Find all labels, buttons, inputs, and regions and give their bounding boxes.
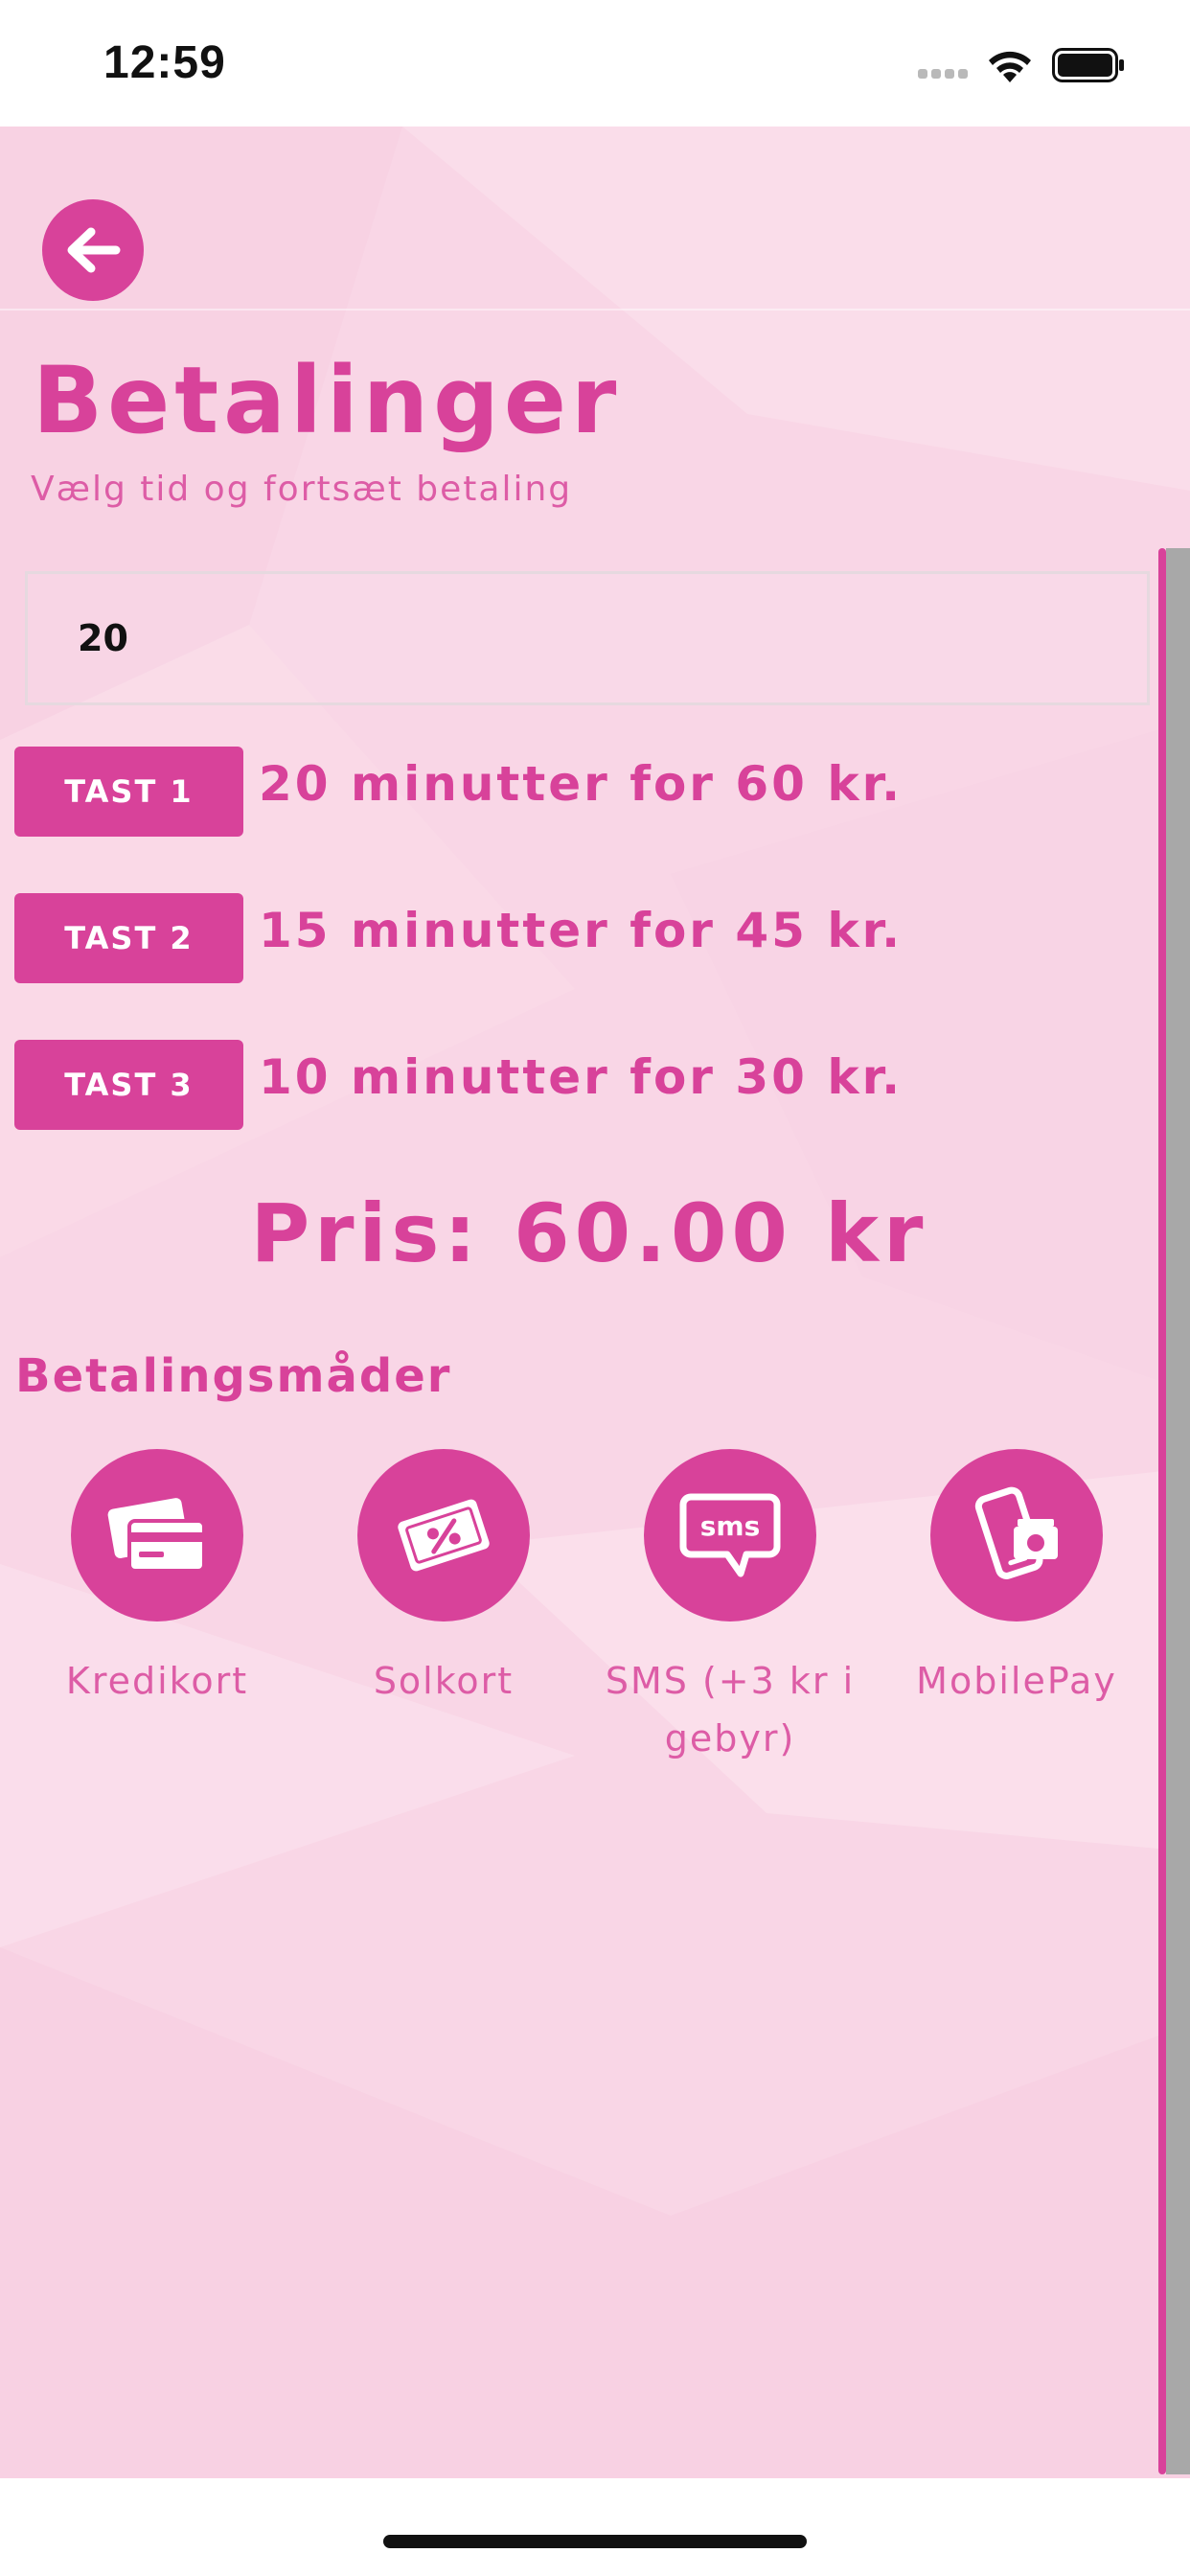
option-row: TAST 2 15 minutter for 45 kr.: [14, 893, 1155, 983]
svg-text:sms: sms: [700, 1510, 761, 1542]
cellular-signal-icon: [918, 69, 972, 80]
back-button[interactable]: [42, 199, 144, 301]
payment-methods-heading: Betalingsmåder: [15, 1349, 452, 1403]
scrollbar-thumb[interactable]: [1158, 548, 1166, 2474]
home-indicator[interactable]: [383, 2535, 807, 2548]
option-row: TAST 3 10 minutter for 30 kr.: [14, 1040, 1155, 1130]
method-button[interactable]: sms: [644, 1449, 816, 1622]
method-button[interactable]: [930, 1449, 1103, 1622]
home-indicator-area: [0, 2478, 1190, 2576]
header-divider: [0, 309, 1190, 310]
status-time: 12:59: [103, 37, 226, 88]
tast-1-button[interactable]: TAST 1: [14, 747, 243, 837]
method-button[interactable]: [357, 1449, 530, 1622]
wifi-icon: [989, 51, 1031, 82]
tast-3-button[interactable]: TAST 3: [14, 1040, 243, 1130]
arrow-left-icon: [67, 227, 121, 273]
option-row: TAST 1 20 minutter for 60 kr.: [14, 747, 1155, 837]
battery-icon: [1052, 48, 1124, 82]
page-subtitle: Vælg tid og fortsæt betaling: [31, 470, 573, 509]
method-label: Solkort: [373, 1660, 515, 1702]
option-text: 10 minutter for 30 kr.: [259, 1049, 904, 1105]
page-title: Betalinger: [33, 347, 622, 454]
option-text: 15 minutter for 45 kr.: [259, 903, 904, 958]
time-input[interactable]: [25, 571, 1150, 705]
method-button[interactable]: [71, 1449, 243, 1622]
sms-icon: sms: [679, 1493, 781, 1577]
payment-method-mobilepay[interactable]: MobilePay: [873, 1449, 1160, 1710]
method-label: Kredikort: [65, 1660, 249, 1702]
tast-2-button[interactable]: TAST 2: [14, 893, 243, 983]
scrollbar-track: [1166, 548, 1190, 2474]
gift-card-icon: [398, 1499, 490, 1572]
payment-method-solkort[interactable]: Solkort: [300, 1449, 587, 1710]
mobilepay-icon: [974, 1486, 1058, 1579]
method-label: MobilePay: [916, 1660, 1117, 1702]
credit-card-icon: [107, 1498, 206, 1573]
price-total: Pris: 60.00 kr: [250, 1186, 928, 1280]
payment-method-sms[interactable]: sms SMS (+3 kr i gebyr): [586, 1449, 874, 1767]
status-bar: 12:59: [0, 0, 1190, 126]
payment-method-kredikort[interactable]: Kredikort: [13, 1449, 301, 1710]
payment-screen: Betalinger Vælg tid og fortsæt betaling …: [0, 126, 1190, 2478]
method-label: SMS (+3 kr i gebyr): [605, 1660, 856, 1760]
option-text: 20 minutter for 60 kr.: [259, 756, 904, 812]
